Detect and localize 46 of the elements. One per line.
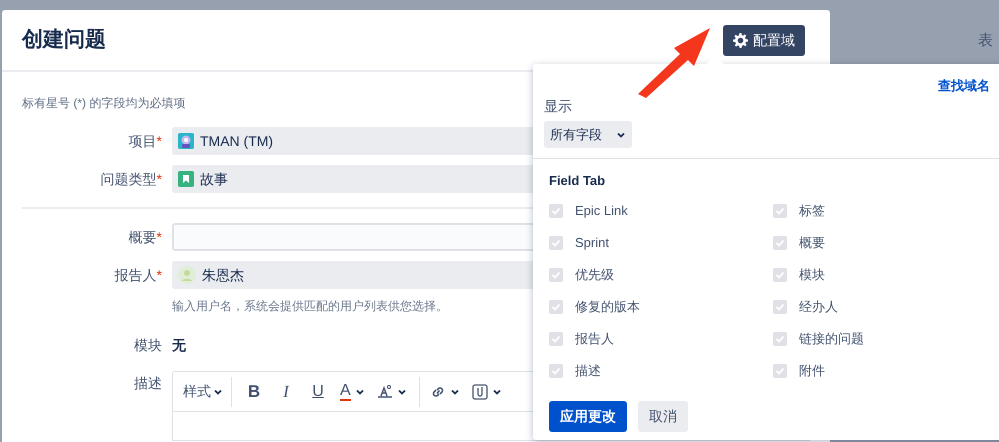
- bookmark-icon: [178, 171, 194, 187]
- checkbox-label: Epic Link: [575, 202, 628, 220]
- link-button[interactable]: [418, 376, 460, 406]
- checkbox-label: 报告人: [575, 330, 614, 348]
- attachment-button[interactable]: [472, 384, 502, 400]
- checkbox-label: 概要: [799, 234, 825, 252]
- dialog-title: 创建问题: [22, 27, 106, 54]
- user-avatar-icon: [178, 266, 196, 284]
- required-mark: *: [156, 229, 162, 245]
- text-format-button[interactable]: [376, 384, 407, 400]
- help-text: 输入用户名，系统会提供匹配的用户列表供您选择。: [172, 298, 448, 315]
- cancel-button[interactable]: 取消: [638, 400, 688, 432]
- required-mark: *: [156, 267, 162, 283]
- field-label: 概要: [128, 229, 157, 245]
- field-label: 项目: [128, 133, 157, 149]
- checkbox-label: 链接的问题: [799, 330, 864, 348]
- project-avatar-icon: [178, 133, 194, 149]
- show-dropdown[interactable]: 所有字段: [544, 121, 632, 148]
- field-value: 无: [172, 336, 186, 355]
- text-color-button[interactable]: A: [340, 382, 365, 400]
- italic-button[interactable]: I: [276, 378, 296, 404]
- checkbox-label: 优先级: [575, 266, 614, 284]
- configure-fields-button[interactable]: 配置域: [723, 25, 805, 56]
- checkbox-label: 描述: [575, 362, 601, 380]
- checkbox-label: 修复的版本: [575, 298, 640, 316]
- pointer-arrow: [638, 28, 710, 98]
- gear-icon: [733, 33, 748, 48]
- field-label: 模块: [134, 337, 162, 353]
- find-field-link[interactable]: 查找域名: [938, 76, 990, 96]
- field-label: 问题类型: [100, 171, 157, 187]
- required-mark: *: [156, 133, 162, 149]
- checkbox-label: 附件: [799, 362, 825, 380]
- underline-button[interactable]: U: [308, 380, 328, 404]
- field-label: 描述: [134, 375, 162, 391]
- required-note: 标有星号 (*) 的字段均为必填项: [22, 95, 186, 112]
- bold-button[interactable]: B: [244, 378, 264, 404]
- checkbox-label: Sprint: [575, 234, 609, 252]
- checkbox-label: 经办人: [799, 298, 838, 316]
- field-label: 报告人: [114, 267, 157, 283]
- show-label: 显示: [544, 97, 573, 116]
- style-dropdown[interactable]: 样式: [183, 376, 232, 406]
- background-text: 表: [978, 31, 993, 51]
- checkbox-label: 标签: [799, 202, 825, 220]
- apply-button[interactable]: 应用更改: [549, 400, 627, 432]
- section-title: Field Tab: [549, 172, 606, 190]
- required-mark: *: [156, 171, 162, 187]
